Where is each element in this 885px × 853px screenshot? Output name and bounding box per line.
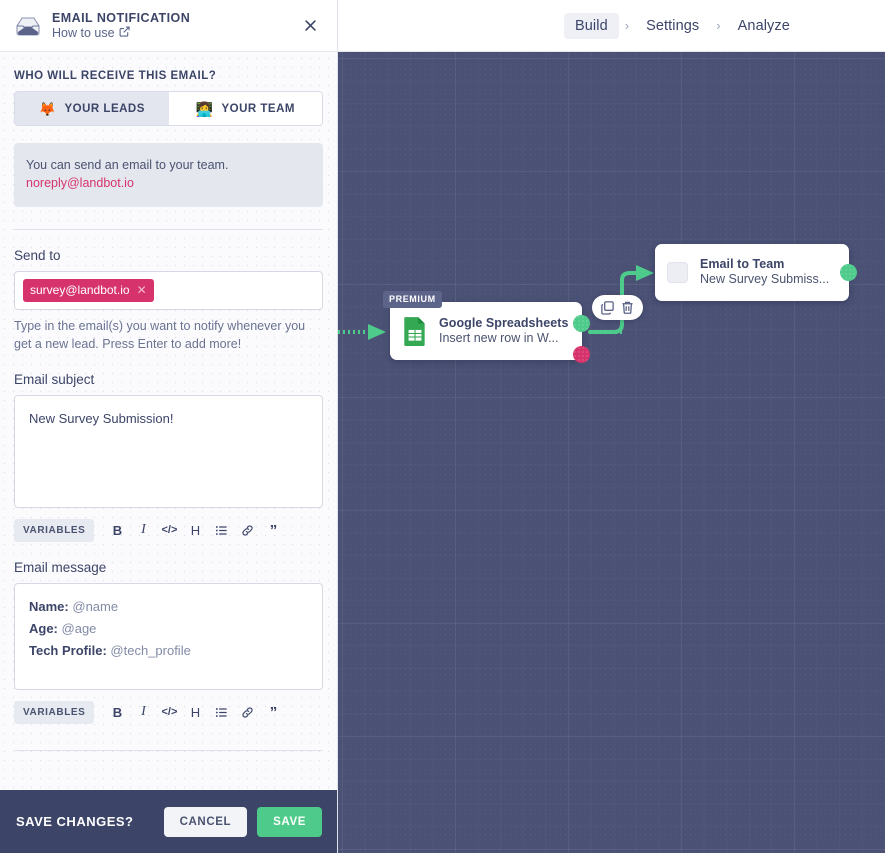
tab-your-leads-label: YOUR LEADS <box>65 103 145 115</box>
message-line: Name: @name <box>29 597 308 617</box>
trash-icon[interactable] <box>620 300 635 315</box>
node-output-port-error[interactable] <box>573 346 590 363</box>
send-to-helper-text: Type in the email(s) you want to notify … <box>14 317 323 353</box>
nav-separator: › <box>619 18 635 33</box>
connector-wires <box>338 52 885 853</box>
recipient-tabs: 🦊 YOUR LEADS 👩‍💻 YOUR TEAM <box>14 91 323 126</box>
node-google-spreadsheets[interactable]: Google Spreadsheets Insert new row in W.… <box>390 302 582 360</box>
save-changes-bar: SAVE CHANGES? CANCEL SAVE <box>0 790 338 853</box>
quote-icon[interactable]: ” <box>260 519 286 541</box>
node-output-port-success[interactable] <box>573 315 590 332</box>
nav-separator: › <box>710 18 726 33</box>
duplicate-icon[interactable] <box>600 300 615 315</box>
variables-button[interactable]: VARIABLES <box>14 701 94 724</box>
panel-header-texts: EMAIL NOTIFICATION How to use <box>52 11 190 40</box>
cancel-button[interactable]: CANCEL <box>164 807 248 837</box>
info-box: You can send an email to your team. nore… <box>14 143 323 207</box>
info-box-email: noreply@landbot.io <box>26 174 311 192</box>
send-to-input[interactable]: survey@landbot.io ✕ <box>14 271 323 310</box>
external-link-icon <box>119 26 130 40</box>
heading-icon[interactable]: H <box>182 701 208 723</box>
message-line-key: Name: <box>29 599 69 614</box>
message-line-variable: @tech_profile <box>110 643 190 658</box>
node-email-to-team[interactable]: Email to Team New Survey Submiss... <box>655 244 849 301</box>
nav-item-settings[interactable]: Settings <box>635 13 710 39</box>
code-icon[interactable]: </> <box>156 519 182 541</box>
email-message-label: Email message <box>14 560 323 575</box>
italic-icon[interactable]: I <box>130 519 156 541</box>
panel-body: WHO WILL RECEIVE THIS EMAIL? 🦊 YOUR LEAD… <box>0 53 337 790</box>
email-subject-label: Email subject <box>14 372 323 387</box>
email-chip-label: survey@landbot.io <box>30 283 130 297</box>
flow-canvas[interactable]: PREMIUM Google Spreadsheets Insert new r… <box>338 52 885 853</box>
code-icon[interactable]: </> <box>156 701 182 723</box>
panel-header: EMAIL NOTIFICATION How to use <box>0 0 337 52</box>
email-subject-input[interactable]: New Survey Submission! <box>14 395 323 508</box>
email-notification-panel: EMAIL NOTIFICATION How to use WHO WILL R… <box>0 0 338 853</box>
tab-your-team-label: YOUR TEAM <box>221 103 295 115</box>
bullet-list-icon[interactable] <box>208 701 234 723</box>
send-to-label: Send to <box>14 248 323 263</box>
save-button[interactable]: SAVE <box>257 807 322 837</box>
close-icon[interactable] <box>299 15 321 37</box>
footer-buttons: CANCEL SAVE <box>164 807 322 837</box>
node-toolbar[interactable] <box>592 295 643 320</box>
nav-items: Build › Settings › Analyze <box>564 13 801 39</box>
node-output-port-success[interactable] <box>840 264 857 281</box>
link-icon[interactable] <box>234 519 260 541</box>
message-line-variable: @name <box>72 599 118 614</box>
tab-your-team[interactable]: 👩‍💻 YOUR TEAM <box>169 92 323 125</box>
node-title: Email to Team <box>700 257 829 272</box>
person-laptop-icon: 👩‍💻 <box>196 102 214 116</box>
divider <box>14 750 323 751</box>
message-line: Tech Profile: @tech_profile <box>29 641 308 661</box>
bold-icon[interactable]: B <box>104 701 130 723</box>
tab-your-leads[interactable]: 🦊 YOUR LEADS <box>15 92 169 125</box>
recipients-section-label: WHO WILL RECEIVE THIS EMAIL? <box>14 70 323 82</box>
how-to-use-link[interactable]: How to use <box>52 26 190 40</box>
node-texts: Google Spreadsheets Insert new row in W.… <box>439 316 568 346</box>
premium-badge: PREMIUM <box>383 291 442 308</box>
save-changes-prompt: SAVE CHANGES? <box>16 814 134 829</box>
email-subject-toolbar: VARIABLES B I </> H ” <box>14 519 323 542</box>
divider <box>14 229 323 230</box>
email-subject-value: New Survey Submission! <box>29 411 174 426</box>
inbox-tray-icon <box>14 13 42 39</box>
nav-item-build[interactable]: Build <box>564 13 619 39</box>
variables-button[interactable]: VARIABLES <box>14 519 94 542</box>
bullet-list-icon[interactable] <box>208 519 234 541</box>
link-icon[interactable] <box>234 701 260 723</box>
message-line-variable: @age <box>62 621 97 636</box>
italic-icon[interactable]: I <box>130 701 156 723</box>
node-title: Google Spreadsheets <box>439 316 568 331</box>
node-subtitle: New Survey Submiss... <box>700 272 829 288</box>
how-to-use-label: How to use <box>52 26 115 40</box>
message-line-key: Age: <box>29 621 58 636</box>
top-navigation-bar: Build › Settings › Analyze <box>338 0 885 52</box>
fox-icon: 🦊 <box>39 102 57 116</box>
email-message-toolbar: VARIABLES B I </> H ” <box>14 701 323 724</box>
node-subtitle: Insert new row in W... <box>439 331 568 347</box>
node-texts: Email to Team New Survey Submiss... <box>700 257 829 287</box>
quote-icon[interactable]: ” <box>260 701 286 723</box>
email-message-input[interactable]: Name: @name Age: @age Tech Profile: @tec… <box>14 583 323 690</box>
bold-icon[interactable]: B <box>104 519 130 541</box>
email-chip[interactable]: survey@landbot.io ✕ <box>23 279 154 302</box>
heading-icon[interactable]: H <box>182 519 208 541</box>
message-line-key: Tech Profile: <box>29 643 107 658</box>
nav-item-analyze[interactable]: Analyze <box>727 13 801 39</box>
chip-remove-icon[interactable]: ✕ <box>137 284 147 296</box>
google-sheets-icon <box>402 316 428 346</box>
message-line: Age: @age <box>29 619 308 639</box>
panel-title: EMAIL NOTIFICATION <box>52 11 190 25</box>
email-block-icon <box>667 262 688 283</box>
info-box-text: You can send an email to your team. <box>26 156 311 174</box>
